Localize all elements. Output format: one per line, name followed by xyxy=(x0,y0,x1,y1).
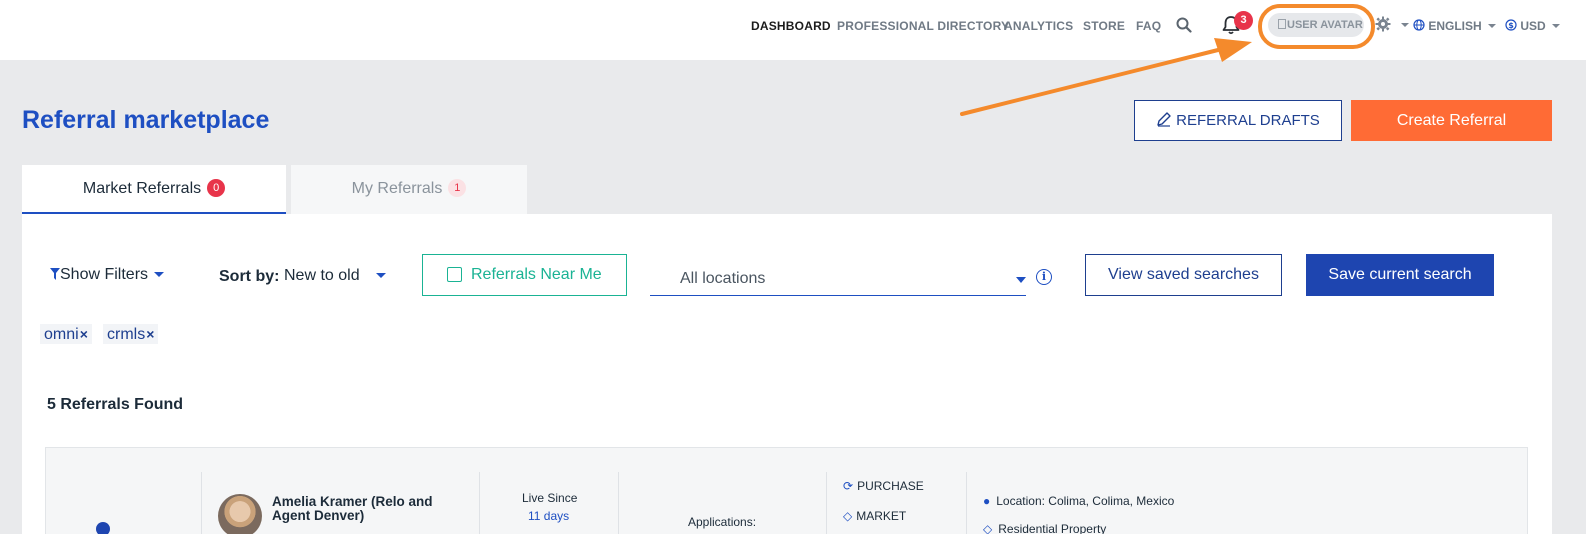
chevron-down-icon[interactable] xyxy=(1016,277,1026,283)
chip-label: omni xyxy=(44,326,79,343)
location-text: Location: Colima, Colima, Mexico xyxy=(996,494,1175,508)
nav-faq[interactable]: FAQ xyxy=(1136,19,1161,33)
card-property-type: ◇ Residential Property xyxy=(983,522,1106,534)
filter-icon xyxy=(50,268,60,280)
info-icon[interactable]: i xyxy=(1036,269,1052,285)
tab-count-badge: 0 xyxy=(207,179,226,197)
map-pin-icon: ● xyxy=(983,494,991,508)
view-saved-searches-button[interactable]: View saved searches xyxy=(1085,254,1282,296)
results-count: 5 Referrals Found xyxy=(47,396,184,413)
purchase-label: PURCHASE xyxy=(857,479,924,493)
card-divider xyxy=(618,472,619,534)
annotation-highlight-ring xyxy=(1258,4,1375,49)
search-icon[interactable] xyxy=(1176,17,1192,38)
card-location: ● Location: Colima, Colima, Mexico xyxy=(983,494,1174,508)
svg-text:$: $ xyxy=(1508,21,1514,30)
nav-professional-directory[interactable]: PROFESSIONAL DIRECTORY xyxy=(837,19,1009,33)
applications-label: Applications: xyxy=(688,515,757,529)
top-navbar: DASHBOARD PROFESSIONAL DIRECTORY ANALYTI… xyxy=(0,0,1586,60)
filter-chip-omni[interactable]: omni× xyxy=(40,324,92,344)
save-current-search-button[interactable]: Save current search xyxy=(1306,254,1494,296)
card-divider xyxy=(201,472,202,534)
close-icon[interactable]: × xyxy=(146,326,154,342)
gear-icon[interactable] xyxy=(1375,16,1391,37)
referral-drafts-label: REFERRAL DRAFTS xyxy=(1176,112,1320,129)
tab-my-referrals[interactable]: My Referrals 1 xyxy=(291,165,527,214)
tab-count-badge: 1 xyxy=(448,179,467,197)
status-dot xyxy=(96,522,110,534)
globe-icon xyxy=(1413,19,1425,31)
card-divider xyxy=(966,472,967,534)
card-divider xyxy=(479,472,480,534)
notification-badge: 3 xyxy=(1234,11,1253,30)
live-since-label: Live Since xyxy=(522,491,578,505)
tag-icon: ◇ xyxy=(843,509,853,523)
market-label: MARKET xyxy=(856,509,907,523)
filter-chip-crmls[interactable]: crmls× xyxy=(103,324,159,344)
near-me-label: Referrals Near Me xyxy=(471,266,602,283)
sort-label: Sort by: xyxy=(219,268,280,285)
chevron-down-icon xyxy=(154,272,165,277)
refresh-icon: ⟳ xyxy=(843,479,854,493)
sort-dropdown[interactable]: New to old xyxy=(284,267,386,285)
nav-dashboard[interactable]: DASHBOARD xyxy=(751,19,831,33)
referral-type-purchase: ⟳ PURCHASE xyxy=(843,479,924,493)
show-filters-toggle[interactable]: Show Filters xyxy=(50,266,165,284)
show-filters-label: Show Filters xyxy=(60,266,149,283)
language-label: ENGLISH xyxy=(1428,19,1482,33)
property-type-text: Residential Property xyxy=(998,522,1107,534)
currency-selector[interactable]: $ USD xyxy=(1505,19,1560,33)
chevron-down-icon xyxy=(375,273,386,278)
home-icon: ◇ xyxy=(983,522,993,534)
create-referral-button[interactable]: Create Referral xyxy=(1351,100,1552,141)
location-select[interactable]: All locations xyxy=(650,264,1026,296)
page-title: Referral marketplace xyxy=(22,106,270,134)
referrals-near-me-button[interactable]: Referrals Near Me xyxy=(422,254,627,296)
agent-name[interactable]: Amelia Kramer (Relo and Agent Denver) xyxy=(272,495,452,523)
dollar-circle-icon: $ xyxy=(1505,19,1517,31)
sort-value: New to old xyxy=(284,267,360,284)
referral-card[interactable] xyxy=(45,447,1528,534)
tab-label: My Referrals xyxy=(351,180,443,197)
live-since-value: 11 days xyxy=(528,509,570,523)
checkbox-icon[interactable] xyxy=(447,267,462,282)
agent-avatar xyxy=(218,494,262,534)
language-selector[interactable]: ENGLISH xyxy=(1413,19,1496,33)
currency-label: USD xyxy=(1520,19,1546,33)
nav-store[interactable]: STORE xyxy=(1083,19,1125,33)
chevron-down-icon xyxy=(1487,24,1496,28)
chip-label: crmls xyxy=(107,326,146,343)
card-divider xyxy=(826,472,827,534)
pencil-icon xyxy=(1157,112,1171,127)
chevron-down-icon xyxy=(1551,24,1560,28)
nav-analytics[interactable]: ANALYTICS xyxy=(1004,19,1073,33)
close-icon[interactable]: × xyxy=(80,326,88,342)
chevron-down-icon[interactable] xyxy=(1401,23,1409,27)
tab-market-referrals[interactable]: Market Referrals 0 xyxy=(22,165,286,214)
referral-type-market: ◇ MARKET xyxy=(843,509,906,523)
referral-drafts-button[interactable]: REFERRAL DRAFTS xyxy=(1134,100,1342,141)
tab-label: Market Referrals xyxy=(82,180,202,197)
